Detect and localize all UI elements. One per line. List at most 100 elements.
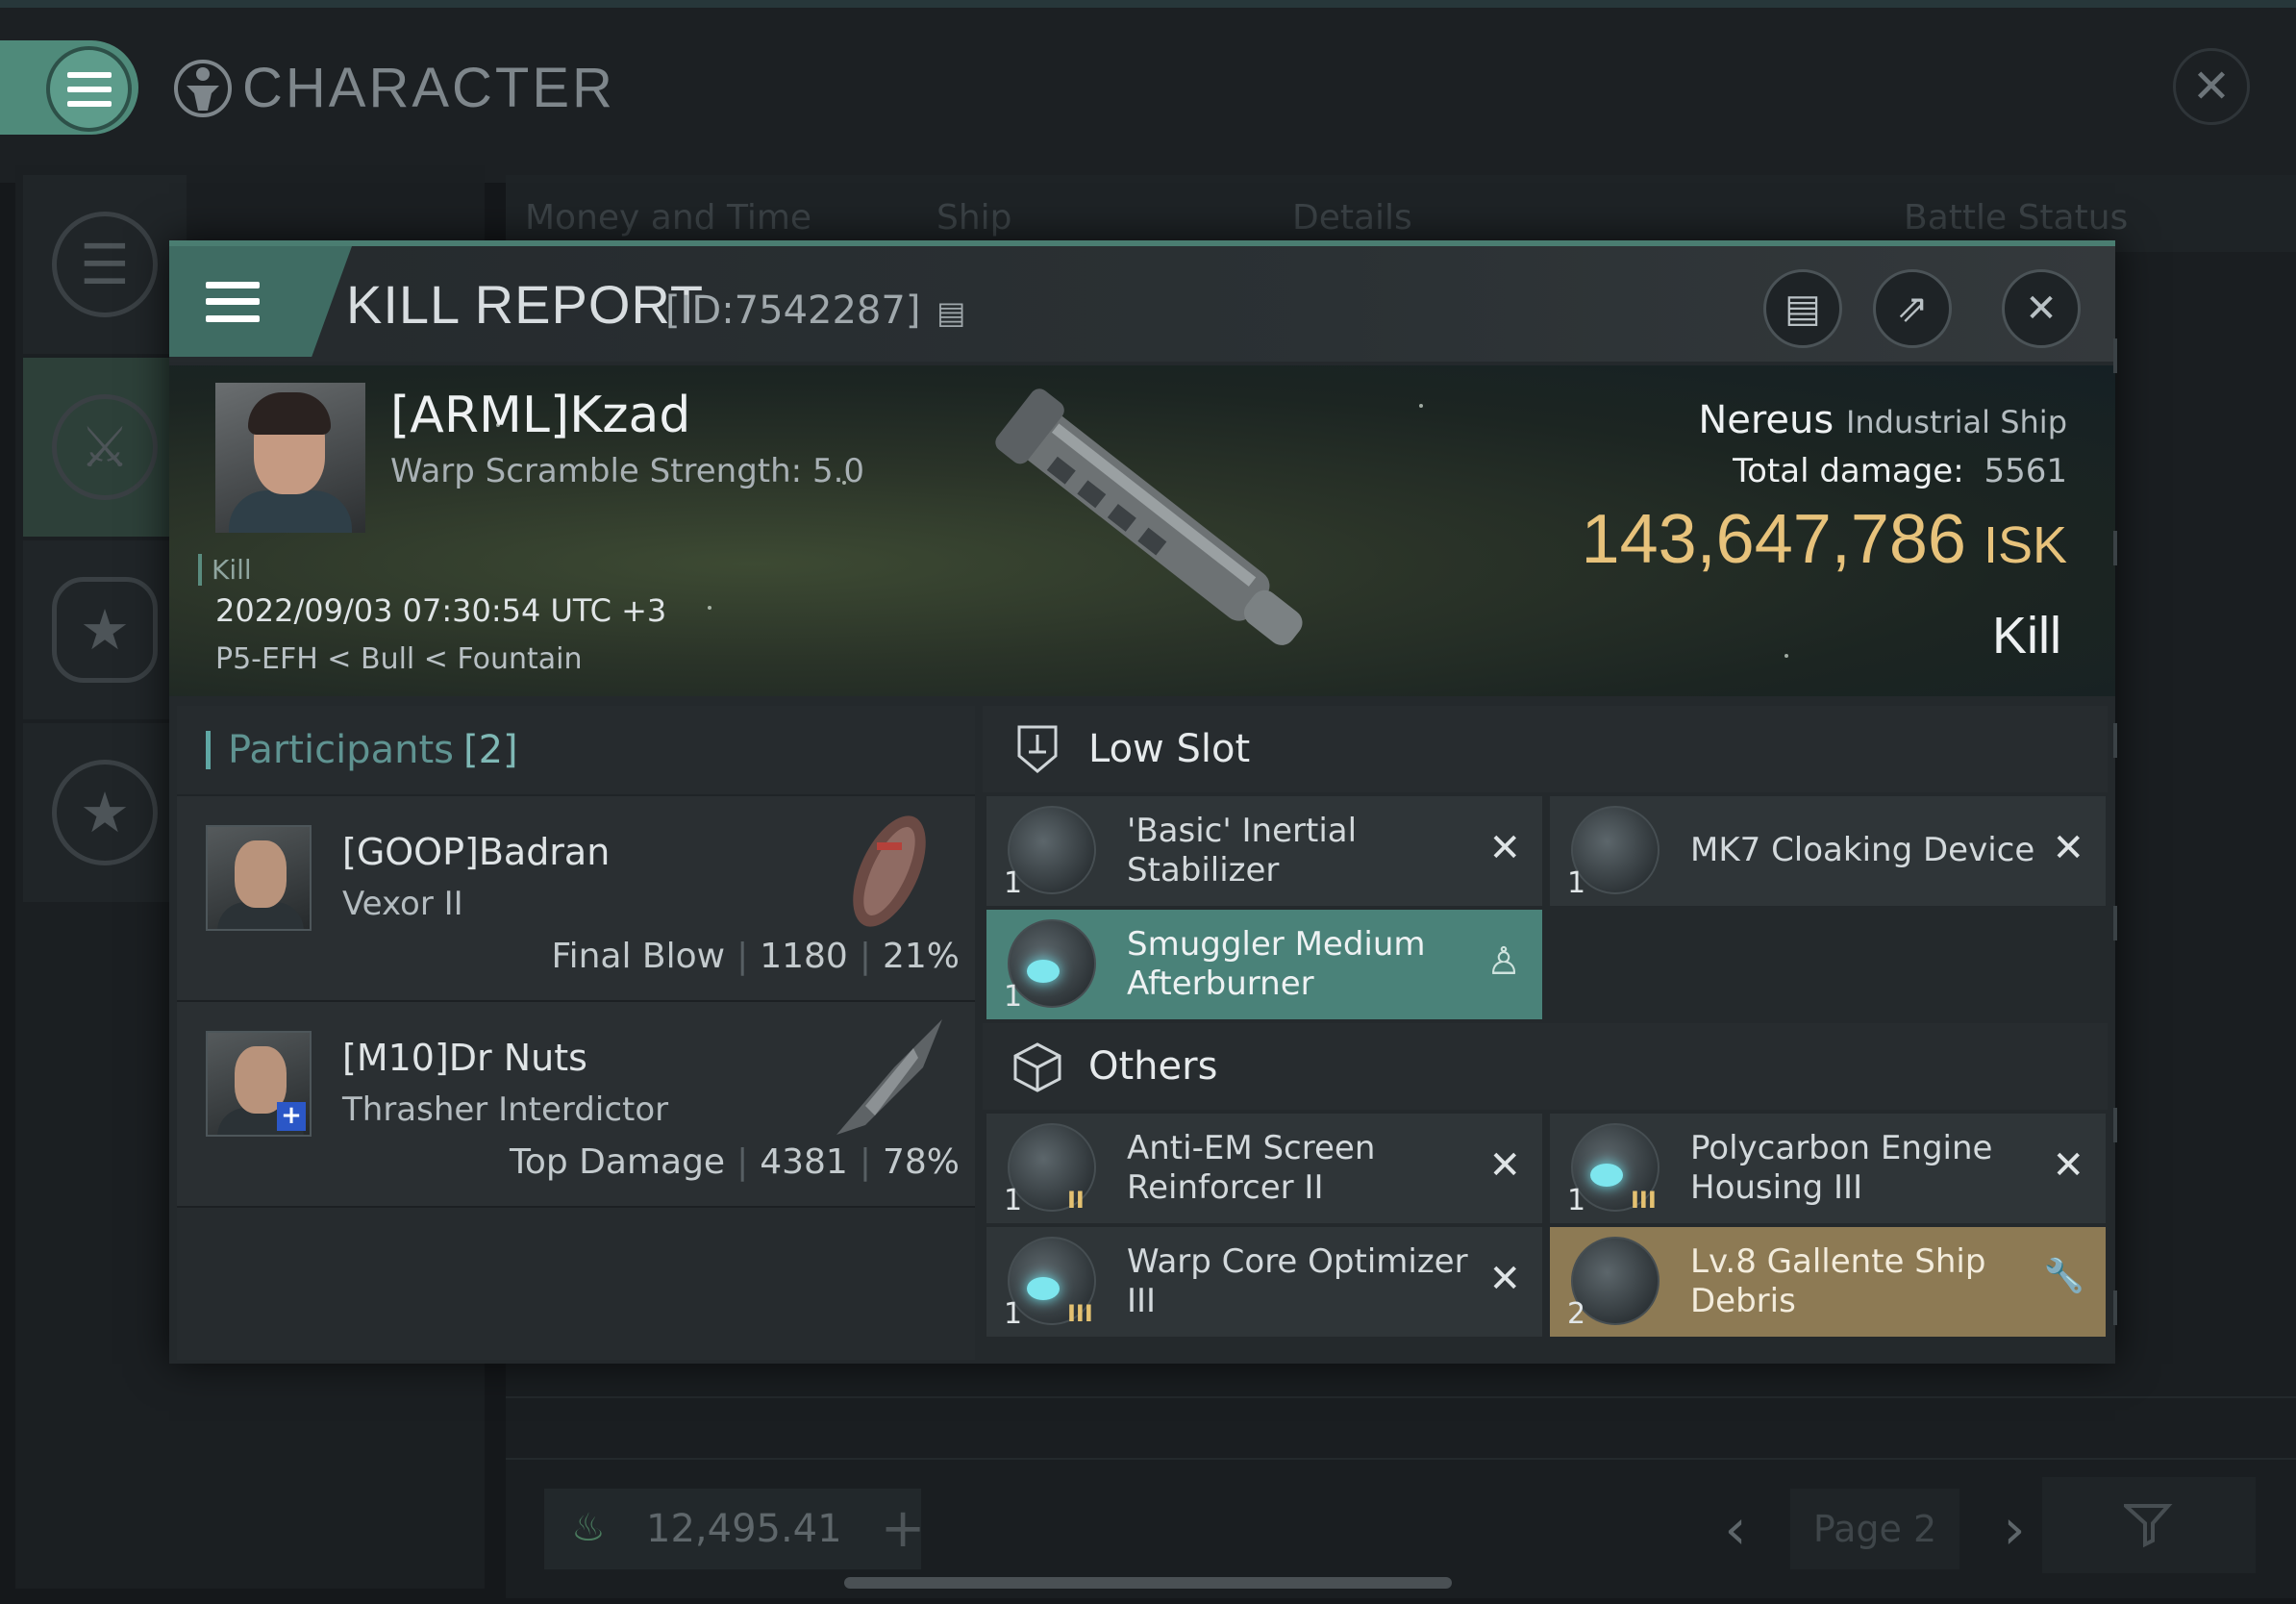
victim-ship-image[interactable]: [958, 365, 1361, 692]
kill-report-menu-button[interactable]: [169, 246, 352, 357]
low-slot-label: Low Slot: [1088, 727, 1251, 771]
victim-portrait[interactable]: [215, 383, 365, 533]
wrench-icon: 🔧: [2043, 1257, 2084, 1295]
sidebar-item-battle[interactable]: ⚔: [23, 358, 187, 537]
destroyed-icon: ✕: [1488, 826, 1521, 870]
participant-percent: 21%: [882, 937, 960, 976]
clipboard-button[interactable]: ▤: [1763, 269, 1842, 348]
scrollbar[interactable]: [844, 1577, 1452, 1589]
item-tech-level: III: [1631, 1187, 1657, 1214]
edge-marker: [2113, 1291, 2117, 1325]
tab-money-and-time[interactable]: Money and Time: [525, 198, 811, 238]
kill-tag: Kill: [198, 554, 252, 586]
participant-role: Top Damage: [509, 1142, 726, 1182]
main-menu-button[interactable]: [46, 46, 132, 132]
pilot-icon: ♙: [1486, 940, 1521, 984]
fitting-item[interactable]: 1 II Anti-EM Screen Reinforcer II ✕: [986, 1114, 1542, 1223]
warp-scramble-strength: Warp Scramble Strength: 5.0: [390, 452, 865, 490]
fitting-item[interactable]: 1 MK7 Cloaking Device ✕: [1550, 796, 2106, 906]
victim-summary: [ARML]Kzad Warp Scramble Strength: 5.0 K…: [169, 365, 2115, 696]
isk-loss-value: 143,647,786: [1581, 501, 1966, 578]
plus-badge-icon: +: [277, 1102, 306, 1131]
edge-marker: [2113, 338, 2117, 373]
participant-damage: 1180: [760, 937, 848, 976]
kill-report-close-button[interactable]: ✕: [2002, 269, 2081, 348]
wallet-bar: ♨ 12,495.41 +: [544, 1489, 926, 1569]
participant-row[interactable]: [GOOP]Badran Vexor II Final Blow | 1180 | 21…: [177, 796, 975, 1002]
kill-report-header: KILL REPORT [ID:7542287] ▤ ▤ ⇗ ✕: [169, 246, 2115, 362]
others-label: Others: [1088, 1044, 1218, 1089]
participant-ship: Vexor II: [342, 885, 463, 923]
sidebar-item-medals[interactable]: ★: [23, 540, 187, 719]
participant-damage: 4381: [760, 1142, 848, 1182]
total-damage-value: 5561: [1984, 452, 2067, 490]
participant-ship: Thrasher Interdictor: [342, 1090, 669, 1129]
tab-details[interactable]: Details: [1292, 198, 1412, 238]
others-header: Others: [983, 1023, 2108, 1110]
participant-stats: Top Damage | 4381 | 78%: [509, 1142, 960, 1182]
low-slot-icon: [1017, 725, 1058, 773]
hamburger-icon: [66, 71, 112, 107]
victim-ship[interactable]: Nereus Industrial Ship: [1698, 398, 2067, 442]
sidebar-item-favorites[interactable]: ★: [23, 723, 187, 902]
fitting-panel: Low Slot 1 'Basic' Inertial Stabilizer ✕…: [983, 706, 2108, 1360]
item-name: Anti-EM Screen Reinforcer II: [1127, 1129, 1376, 1207]
kill-datetime: 2022/09/03 07:30:54 UTC +3: [215, 592, 667, 629]
filter-button[interactable]: [2042, 1477, 2256, 1573]
participant-name[interactable]: [M10]Dr Nuts: [342, 1037, 587, 1079]
page-indicator: Page 2: [1790, 1489, 1959, 1569]
header-accent: [206, 731, 211, 769]
kill-location[interactable]: P5-EFH < Bull < Fountain: [215, 642, 583, 676]
clipboard-icon: ▤: [1784, 287, 1821, 331]
isk-icon: ♨: [571, 1506, 606, 1550]
participant-role: Final Blow: [551, 937, 726, 976]
participant-row[interactable]: + [M10]Dr Nuts Thrasher Interdictor Top …: [177, 1002, 975, 1208]
item-quantity: 1: [1567, 1184, 1586, 1217]
item-name: Polycarbon Engine Housing III: [1690, 1129, 1993, 1207]
participant-stats: Final Blow | 1180 | 21%: [551, 937, 960, 976]
kill-report-title: KILL REPORT: [346, 274, 705, 335]
window-title-text: CHARACTER: [242, 57, 615, 119]
share-button[interactable]: ⇗: [1873, 269, 1952, 348]
add-funds-button[interactable]: +: [881, 1502, 926, 1556]
item-name: Smuggler Medium Afterburner: [1127, 925, 1426, 1003]
fitting-item[interactable]: 1 III Polycarbon Engine Housing III ✕: [1550, 1114, 2106, 1223]
total-damage: Total damage: 5561: [1733, 452, 2067, 490]
victim-ship-name: Nereus: [1698, 398, 1834, 442]
participant-name[interactable]: [GOOP]Badran: [342, 831, 610, 873]
item-name: Warp Core Optimizer III: [1127, 1242, 1468, 1320]
participants-panel: Participants [2] [GOOP]Badran Vexor II F…: [177, 706, 975, 1360]
victim-name[interactable]: [ARML]Kzad: [390, 387, 690, 444]
isk-unit: ISK: [1983, 516, 2067, 574]
kill-report-id[interactable]: [ID:7542287] ▤: [665, 288, 965, 333]
copy-id-icon[interactable]: ▤: [936, 294, 965, 331]
participant-ship-image: [853, 815, 926, 927]
tab-battle-status[interactable]: Battle Status: [1904, 198, 2128, 238]
fitting-item[interactable]: 1 'Basic' Inertial Stabilizer ✕: [986, 796, 1542, 906]
item-quantity: 1: [1004, 980, 1023, 1014]
edge-marker: [2113, 531, 2117, 565]
sidebar-item-list[interactable]: ☰: [23, 175, 187, 354]
fitting-item[interactable]: 1 III Warp Core Optimizer III ✕: [986, 1227, 1542, 1337]
item-name: 'Basic' Inertial Stabilizer: [1127, 812, 1358, 890]
star-badge-icon: ★: [52, 577, 158, 683]
list-icon: ☰: [52, 212, 158, 317]
participant-avatar[interactable]: +: [206, 1031, 312, 1137]
destroyed-icon: ✕: [1488, 1143, 1521, 1188]
participant-avatar[interactable]: [206, 825, 312, 931]
participants-header: Participants [2]: [177, 706, 975, 796]
item-quantity: 2: [1567, 1297, 1586, 1331]
kill-report-modal: KILL REPORT [ID:7542287] ▤ ▤ ⇗ ✕ [ARML]K…: [169, 240, 2115, 1364]
fitting-item-dropped[interactable]: 1 Smuggler Medium Afterburner ♙: [986, 910, 1542, 1019]
victim-ship-class: Industrial Ship: [1845, 404, 2067, 440]
prev-page-button[interactable]: ‹: [1702, 1496, 1769, 1562]
window-close-button[interactable]: ✕: [2173, 48, 2250, 125]
tab-ship[interactable]: Ship: [936, 198, 1012, 238]
item-name: Lv.8 Gallente Ship Debris: [1690, 1242, 1986, 1320]
pagination: ‹ Page 2 ›: [1702, 1489, 2048, 1569]
close-icon: ✕: [2025, 287, 2058, 331]
share-icon: ⇗: [1896, 287, 1929, 331]
edge-marker: [2113, 906, 2117, 940]
fitting-item-loot[interactable]: 2 Lv.8 Gallente Ship Debris 🔧: [1550, 1227, 2106, 1337]
next-page-button[interactable]: ›: [1981, 1496, 2048, 1562]
